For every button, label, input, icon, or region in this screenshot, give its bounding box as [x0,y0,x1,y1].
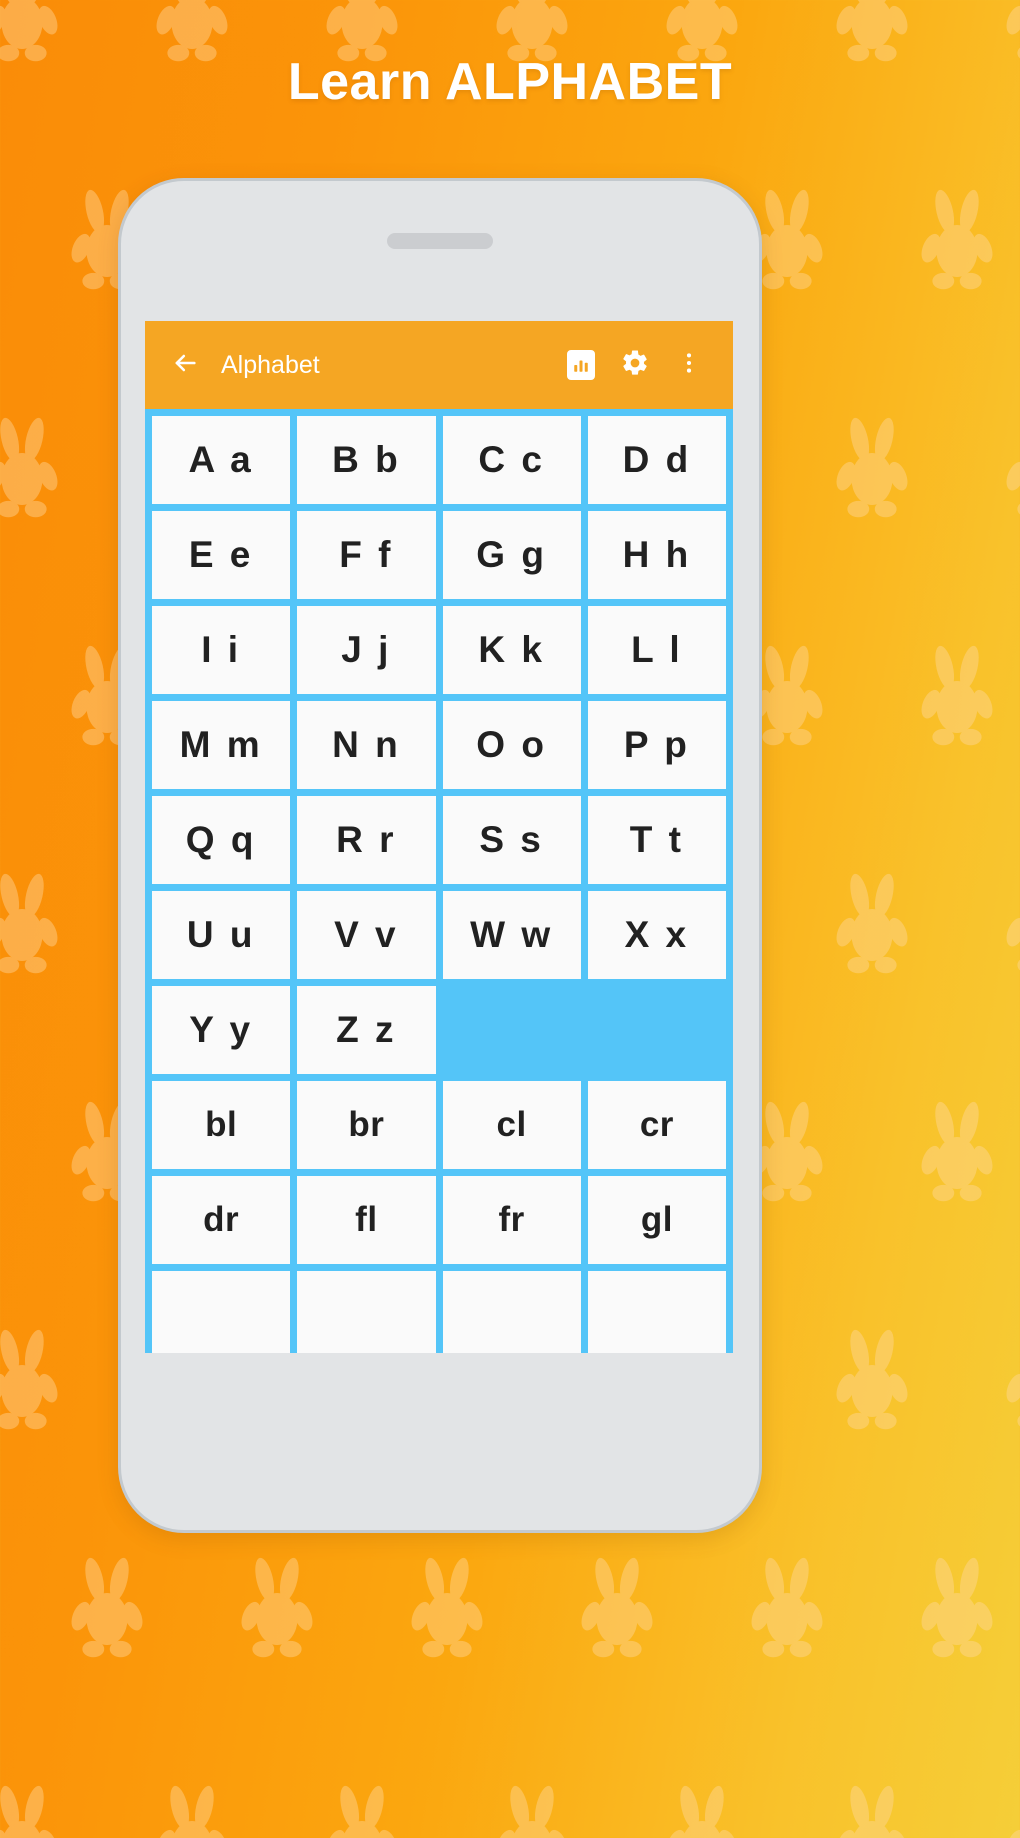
letter-tile[interactable]: dr [152,1176,291,1264]
bunny-icon [0,416,64,520]
letter-tile[interactable]: Y y [152,986,291,1074]
letter-tile[interactable]: C c [442,416,581,504]
grid-cell-empty [443,986,581,1074]
bunny-icon [830,1784,914,1838]
letter-tile[interactable]: fr [442,1176,581,1264]
overflow-menu-button[interactable] [667,343,711,387]
letter-tile[interactable]: D d [587,416,726,504]
letter-tile[interactable]: L l [587,606,726,694]
letter-tile[interactable]: B b [297,416,436,504]
back-arrow-icon [171,349,199,382]
bunny-icon [1000,416,1020,520]
letter-tile[interactable]: U u [152,891,291,979]
bunny-icon [1000,1784,1020,1838]
letter-tile[interactable]: E e [152,511,291,599]
bunny-icon [830,872,914,976]
letter-tile[interactable]: J j [297,606,436,694]
bunny-icon [1000,872,1020,976]
settings-button[interactable] [613,343,657,387]
phone-mockup: Alphabet A a B b C c D d E e F f G g H h… [118,178,762,1533]
bunny-icon [915,188,999,292]
bunny-icon [0,1328,64,1432]
letter-tile[interactable] [297,1271,436,1353]
back-button[interactable] [165,345,205,385]
letter-tile[interactable]: fl [297,1176,436,1264]
stats-button[interactable] [559,343,603,387]
bunny-icon [575,1556,659,1660]
letter-tile[interactable]: R r [297,796,436,884]
letter-tile[interactable]: N n [297,701,436,789]
bunny-icon [405,1556,489,1660]
letter-tile[interactable]: gl [587,1176,726,1264]
letter-tile[interactable]: K k [442,606,581,694]
bunny-icon [0,1784,64,1838]
letter-tile[interactable]: cr [587,1081,726,1169]
app-bar-title: Alphabet [221,350,320,379]
letter-tile[interactable]: A a [152,416,291,504]
bunny-icon [490,1784,574,1838]
bunny-icon [150,1784,234,1838]
bunny-icon [0,872,64,976]
bunny-icon [830,1328,914,1432]
letter-tile[interactable]: W w [442,891,581,979]
letter-tile[interactable]: X x [587,891,726,979]
bunny-icon [1000,1328,1020,1432]
stats-icon [567,350,595,380]
letter-tile[interactable]: G g [442,511,581,599]
page-title: Learn ALPHABET [287,53,733,111]
bunny-icon [320,1784,404,1838]
letter-tile[interactable]: S s [442,796,581,884]
bunny-icon [915,644,999,748]
letter-tile[interactable]: bl [152,1081,291,1169]
overflow-menu-icon [676,350,702,381]
letter-tile[interactable]: P p [587,701,726,789]
letter-tile[interactable]: br [297,1081,436,1169]
letter-tile[interactable]: T t [587,796,726,884]
letter-tile[interactable]: I i [152,606,291,694]
letter-tile[interactable] [442,1271,581,1353]
bunny-icon [915,1100,999,1204]
letter-tile[interactable]: V v [297,891,436,979]
letter-tile[interactable] [152,1271,291,1353]
gear-icon [620,348,650,383]
letter-tile[interactable]: F f [297,511,436,599]
bunny-icon [65,1556,149,1660]
speaker-grille [387,233,493,249]
letter-tile[interactable]: O o [442,701,581,789]
app-screen: Alphabet A a B b C c D d E e F f G g H h… [145,321,733,1353]
app-bar: Alphabet [145,321,733,409]
letter-tile[interactable]: cl [442,1081,581,1169]
bunny-icon [235,1556,319,1660]
letter-tile[interactable]: Q q [152,796,291,884]
letter-tile[interactable]: M m [152,701,291,789]
grid-cell-empty [588,986,726,1074]
bunny-icon [660,1784,744,1838]
letter-grid: A aB bC cD d E eF fG gH h I iJ jK kL l M mN… [145,409,733,1353]
bunny-icon [745,1556,829,1660]
bunny-icon [830,416,914,520]
letter-tile[interactable]: H h [587,511,726,599]
bunny-icon [915,1556,999,1660]
letter-tile[interactable] [587,1271,726,1353]
letter-tile[interactable]: Z z [297,986,436,1074]
